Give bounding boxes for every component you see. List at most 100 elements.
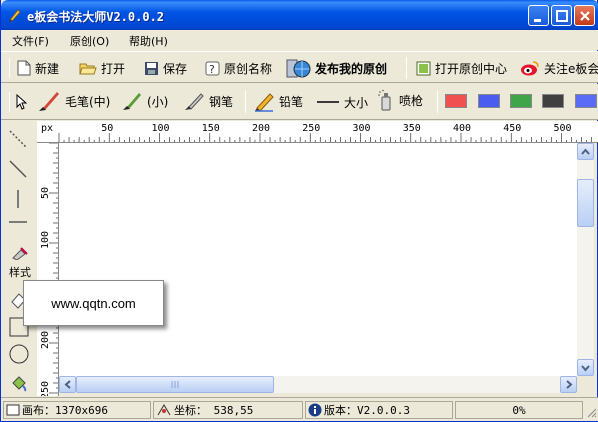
publish-button[interactable]: 发布我的原创: [285, 58, 387, 78]
follow-button[interactable]: 关注e板会: [520, 58, 598, 78]
scroll-right-button[interactable]: [560, 376, 577, 393]
horizontal-scrollbar[interactable]: [59, 376, 577, 393]
version-panel: 版本：V2.0.0.3: [305, 401, 453, 419]
brush-small-button[interactable]: (小): [121, 91, 168, 111]
color-swatch-green[interactable]: [510, 94, 532, 108]
horizontal-line-tool-icon[interactable]: [8, 215, 28, 229]
svg-text:?: ?: [209, 63, 215, 76]
coordinate-icon: [157, 404, 171, 416]
size-button[interactable]: 大小: [316, 92, 368, 112]
horizontal-ruler-ticks: 50 100 150 200 250 300 350 400 450 500: [58, 123, 593, 142]
shape-toolbar: 样式: [1, 121, 37, 396]
ruler-label: 150: [202, 123, 220, 134]
maximize-icon: [556, 10, 568, 22]
pen-button[interactable]: 钢笔: [183, 91, 233, 111]
horizontal-scroll-thumb[interactable]: [76, 376, 274, 393]
style-brush-icon[interactable]: [11, 246, 29, 260]
ruler-label: 100: [152, 123, 170, 134]
ruler-label: 200: [252, 123, 270, 134]
chevron-left-icon: [64, 380, 71, 389]
pencil-button[interactable]: 铅笔: [253, 91, 303, 112]
pen-label: 钢笔: [209, 94, 234, 109]
publish-label: 发布我的原创: [315, 61, 388, 76]
scroll-down-button[interactable]: [577, 359, 594, 376]
open-folder-icon: [79, 63, 97, 75]
select-tool-button[interactable]: [15, 92, 31, 112]
resize-grip-icon[interactable]: [585, 406, 597, 418]
color-swatch-blue-2[interactable]: [575, 94, 597, 108]
toolbar-separator: [406, 57, 407, 79]
vertical-scrollbar[interactable]: [577, 143, 594, 376]
new-label: 新建: [35, 61, 60, 76]
scroll-up-button[interactable]: [577, 143, 594, 160]
window-title: e板会书法大师V2.0.0.2: [27, 10, 165, 24]
original-name-button[interactable]: ? 原创名称: [205, 58, 272, 78]
brush-icon: [123, 93, 141, 110]
vertical-line-tool-icon[interactable]: [8, 189, 28, 209]
canvas-icon: [6, 404, 20, 416]
style-label: 样式: [9, 266, 31, 279]
toolbar-grip: [9, 92, 10, 112]
follow-label: 关注e板会: [544, 61, 598, 76]
color-swatch-red[interactable]: [445, 94, 467, 108]
brush-medium-button[interactable]: 毛笔(中): [37, 91, 110, 111]
minimize-icon: [534, 19, 541, 22]
color-swatch-blue[interactable]: [478, 94, 500, 108]
minimize-button[interactable]: [528, 5, 549, 26]
spray-can-icon: [378, 89, 391, 111]
ruler-label: 400: [453, 123, 471, 134]
question-icon: ?: [205, 61, 220, 76]
maximize-button[interactable]: [551, 5, 572, 26]
ruler-label: 450: [503, 123, 521, 134]
ruler-label: 500: [554, 123, 572, 134]
size-label: 大小: [344, 95, 369, 110]
vertical-scroll-thumb[interactable]: [577, 179, 594, 227]
chevron-up-icon: [581, 148, 590, 155]
ruler-label: 50: [40, 187, 51, 199]
status-bar: 画布：1370x696 坐标： 538,55 版本：V2.0.0.3 0%: [1, 397, 598, 421]
canvas-size-panel: 画布：1370x696: [3, 401, 151, 419]
spray-button[interactable]: 喷枪: [377, 89, 423, 111]
brush-small-label: (小): [147, 94, 169, 109]
main-toolbar: 新建 打开 保存 ? 原创名称 发布我的原创 打开原创中心 关注e板会: [1, 51, 598, 83]
new-file-icon: [17, 60, 31, 76]
open-button[interactable]: 打开: [79, 58, 125, 78]
weibo-icon: [521, 61, 539, 76]
scroll-corner: [577, 376, 594, 393]
center-window-icon: [416, 61, 431, 75]
close-button[interactable]: [574, 5, 595, 26]
title-bar[interactable]: e板会书法大师V2.0.0.2: [1, 0, 598, 30]
ruler-label: 350: [403, 123, 421, 134]
save-button[interactable]: 保存: [144, 58, 187, 78]
pen-icon: [185, 93, 204, 110]
tooltip: www.qqtn.com: [23, 280, 164, 326]
new-button[interactable]: 新建: [17, 58, 59, 78]
color-swatch-black[interactable]: [542, 94, 564, 108]
fill-bucket-tool-icon[interactable]: [10, 374, 28, 392]
brush-app-icon: [9, 9, 21, 22]
brush-toolbar: 毛笔(中) (小) 钢笔 铅笔 大小 喷枪: [1, 84, 598, 120]
menu-help[interactable]: 帮助(H): [129, 33, 168, 49]
ruler-label: 300: [353, 123, 371, 134]
scroll-left-button[interactable]: [59, 376, 76, 393]
vertical-ruler-ticks: 50100150200250: [40, 143, 58, 396]
line-size-icon: [317, 101, 339, 103]
horizontal-ruler: px 50 100 150 200 250 300 350 400 450 500: [37, 121, 598, 143]
menu-original[interactable]: 原创(O): [70, 33, 109, 49]
diagonal-line-tool-icon[interactable]: [8, 159, 28, 179]
version-text: 版本：V2.0.0.3: [324, 404, 410, 417]
drawing-canvas[interactable]: [59, 143, 577, 376]
arrow-cursor-icon: [16, 94, 27, 110]
dotted-line-tool-icon[interactable]: [8, 129, 28, 149]
ellipse-tool-icon[interactable]: [9, 344, 29, 364]
coordinate-panel: 坐标： 538,55: [153, 401, 303, 419]
close-icon: [580, 11, 590, 21]
menu-file[interactable]: 文件(F): [12, 33, 49, 49]
original-name-label: 原创名称: [224, 61, 273, 76]
menu-bar: 文件(F) 原创(O) 帮助(H): [1, 30, 598, 50]
progress-text: 0%: [512, 403, 526, 417]
save-label: 保存: [163, 61, 188, 76]
open-center-button[interactable]: 打开原创中心: [416, 58, 507, 78]
progress-panel: 0%: [455, 401, 583, 419]
grip-icon: [171, 381, 179, 388]
